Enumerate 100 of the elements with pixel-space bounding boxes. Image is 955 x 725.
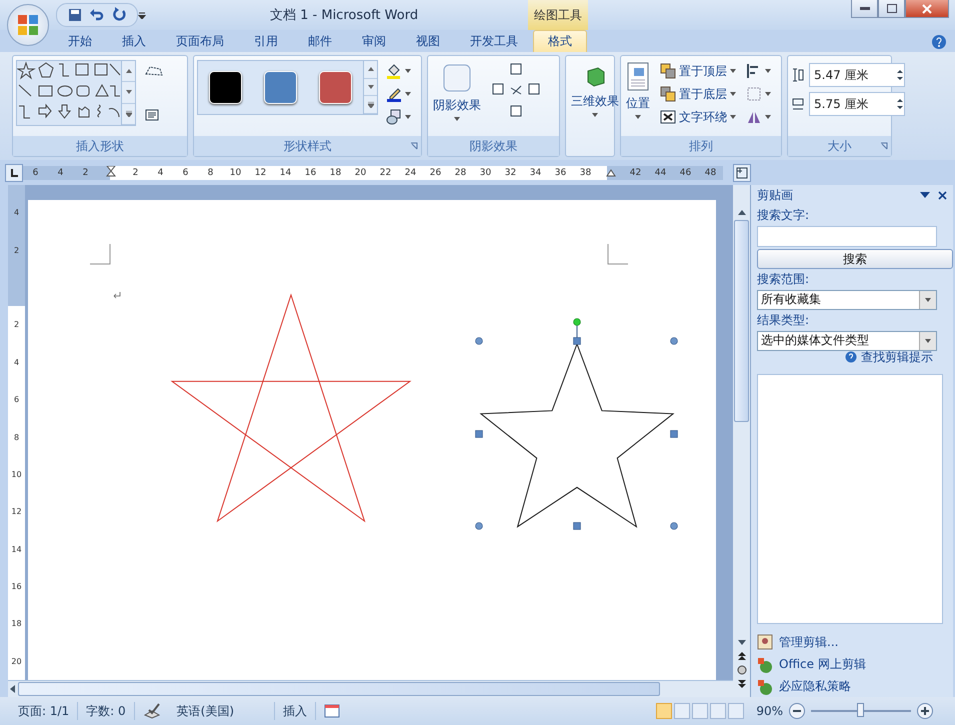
pane-link[interactable]: Office 网上剪辑 [757,654,947,675]
ribbon-tab[interactable]: 引用 [239,30,293,52]
maximize-button[interactable] [878,0,905,18]
ribbon-tab[interactable]: 开始 [53,30,107,52]
ruler-number: 34 [528,166,542,180]
shadow-square-icon [441,62,473,94]
ribbon-tab[interactable]: 审阅 [347,30,401,52]
organizer-icon [757,634,773,650]
ruler-number: 6 [8,380,25,418]
horizontal-ruler[interactable]: 6 4 2 2 4 6 8 10 12 14 16 18 20 22 24 26 28 30 32 34 36 38 42 44 46 48 [23,166,723,180]
gallery-scroll-down-button[interactable] [122,82,135,104]
3d-effects-button[interactable]: 三维效果 [569,60,621,119]
word-count[interactable]: 字数: 0 [78,702,135,720]
ribbon-tab[interactable]: 视图 [401,30,455,52]
resize-handle[interactable] [670,337,678,345]
previous-page-icon [736,651,746,661]
shape-width-field[interactable]: 5.75 厘米 [809,92,905,116]
ribbon-tab[interactable]: 开发工具 [455,30,533,52]
close-button[interactable] [905,0,949,18]
group-icon [746,86,762,102]
ribbon-tab[interactable]: 插入 [107,30,161,52]
minimize-button[interactable] [851,0,878,18]
arrange-command-button[interactable]: 置于底层 [658,83,738,105]
close-icon [922,4,932,14]
text-box-icon [144,107,160,123]
ruler-number: 6 [32,166,40,180]
resize-handle[interactable] [573,337,581,345]
indent-marker-icon [106,166,116,180]
gallery-more-button[interactable] [122,104,135,125]
shape-style-swatch[interactable] [264,71,297,104]
scroll-up-icon [368,67,374,72]
vertical-ruler[interactable]: 4 2 2 4 6 8 10 12 14 16 18 20 [8,185,25,680]
dropdown-arrow-icon [730,115,736,119]
rotation-handle[interactable] [573,318,581,326]
right-indent-icon [606,168,616,176]
resize-handle[interactable] [475,522,483,530]
pane-link[interactable]: 管理剪辑... [757,632,947,653]
position-button[interactable]: 位置 [624,60,652,121]
page-count[interactable]: 页面: 1/1 [10,702,78,720]
horizontal-scroll-thumb[interactable] [18,682,660,696]
gallery-more-button[interactable] [364,96,377,114]
gallery-scroll-down-button[interactable] [364,78,377,96]
search-field[interactable] [757,226,937,247]
zoom-slider-thumb[interactable] [857,703,864,717]
dropdown-arrow-icon [405,115,411,119]
resize-handle[interactable] [670,430,678,438]
maximize-icon [886,4,896,13]
ruler-number: 44 [654,166,668,180]
help-icon [931,34,947,50]
arrange-command-button[interactable]: 置于顶层 [658,60,738,82]
edit-points-icon [144,64,164,78]
dropdown-arrow-icon [730,69,736,73]
arrange-command-button[interactable]: 文字环绕 [658,106,738,128]
office-logo [16,13,40,37]
zoom-in-button[interactable] [917,703,933,719]
search-button[interactable]: 搜索 [757,248,953,269]
close-icon [938,190,947,200]
resize-handle[interactable] [670,522,678,530]
insert-mode-status[interactable]: 插入 [275,702,316,720]
ruler-number: 46 [678,166,692,180]
gallery-scroll-up-button[interactable] [364,61,377,79]
ribbon-tab[interactable]: 页面布局 [161,30,239,52]
width-icon [791,96,805,112]
scroll-down-icon [736,639,746,647]
resize-handle[interactable] [475,430,483,438]
ruler-number: 16 [304,166,318,180]
gallery-scroll-up-button[interactable] [122,61,135,82]
redo-icon [111,7,127,23]
ribbon-tab[interactable]: 格式 [533,30,587,52]
shape-style-swatch[interactable] [319,71,352,104]
minimize-icon [860,6,870,10]
dropdown-arrow-icon [635,115,641,119]
dropdown-arrow-icon [765,69,771,73]
view-ruler-button[interactable] [733,164,751,182]
language-status[interactable]: 英语(美国) [168,702,276,720]
tips-link[interactable]: 查找剪辑提示 [845,348,933,366]
scope-dropdown[interactable]: 所有收藏集 [757,290,937,310]
result-type-dropdown[interactable]: 选中的媒体文件类型 [757,330,937,351]
tab-stop-button[interactable] [5,164,23,182]
ribbon-tab[interactable]: 邮件 [293,30,347,52]
ruler-number: 4 [156,166,164,180]
ruler-icon [736,166,748,178]
star-shape[interactable] [480,342,674,528]
ruler-number: 2 [8,306,25,344]
vertical-scroll-thumb[interactable] [734,220,749,422]
resize-handle[interactable] [573,522,581,530]
resize-handle[interactable] [475,337,483,345]
ruler-number: 6 [182,166,190,180]
star-shape[interactable] [170,293,412,522]
help-icon [845,351,857,364]
customize-toolbar-icon [138,11,146,19]
shape-height-field[interactable]: 5.47 厘米 [809,63,905,87]
shadow-effects-button[interactable]: 阴影效果 [431,60,483,123]
zoom-level[interactable]: 90% [756,704,783,718]
zoom-out-button[interactable] [789,703,805,719]
shape-style-swatch[interactable] [209,71,242,104]
contextual-tab-label: 绘图工具 [528,0,588,30]
ruler-number: 30 [478,166,492,180]
globe-icon [757,678,773,695]
pane-link[interactable]: 必应隐私策略 [757,676,947,698]
